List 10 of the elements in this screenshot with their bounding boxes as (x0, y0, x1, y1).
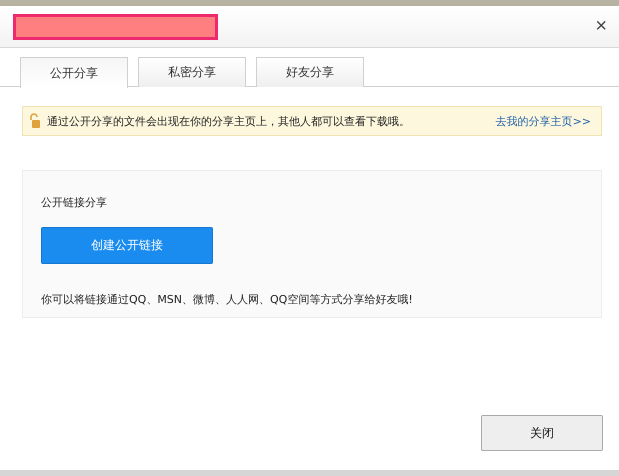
tab[interactable]: 公开分享 (20, 57, 128, 88)
close-dialog-button[interactable]: 关闭 (481, 415, 603, 451)
hint-text: 你可以将链接通过QQ、MSN、微博、人人网、QQ空间等方式分享给好友哦! (41, 292, 413, 307)
tab[interactable]: 好友分享 (256, 57, 364, 87)
unlocked-padlock-icon (29, 113, 41, 129)
notice-text: 通过公开分享的文件会出现在你的分享主页上，其他人都可以查看下载哦。 (47, 114, 410, 128)
panel-heading: 公开链接分享 (41, 195, 107, 210)
share-homepage-link[interactable]: 去我的分享主页>> (496, 114, 591, 128)
close-button[interactable]: × (593, 15, 609, 38)
tab[interactable]: 私密分享 (138, 57, 246, 87)
